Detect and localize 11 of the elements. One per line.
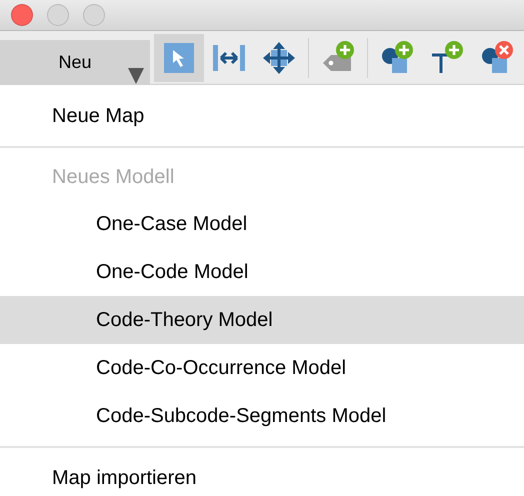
window-control-button[interactable]: [11, 4, 33, 26]
pointer-icon: [164, 42, 194, 72]
new-dropdown-button[interactable]: Neu: [0, 40, 150, 84]
menu-item[interactable]: Neue Map: [0, 92, 524, 140]
width-icon: [213, 44, 245, 70]
shape-remove-icon: [480, 40, 514, 74]
menu-section-header: Neues Modell: [51, 165, 176, 190]
shape-add-icon: [380, 40, 414, 74]
menu-item[interactable]: Map importieren: [0, 454, 524, 496]
move-icon: [262, 40, 296, 74]
text-add-icon: [430, 40, 464, 74]
